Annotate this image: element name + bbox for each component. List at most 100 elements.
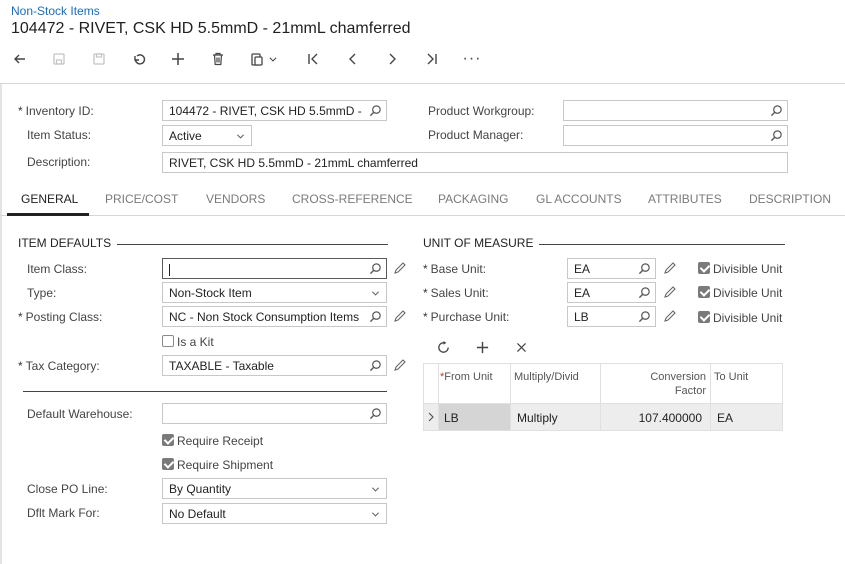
purchase-unit-field[interactable]: LB [567, 306, 656, 327]
tab-description[interactable]: DESCRIPTION [749, 192, 831, 206]
breadcrumb[interactable]: Non-Stock Items [11, 4, 100, 18]
multiply-divide-cell[interactable]: Multiply [517, 411, 558, 425]
base-unit-field[interactable]: EA [567, 258, 656, 279]
search-icon[interactable] [369, 104, 382, 117]
back-button[interactable] [7, 46, 33, 72]
search-icon[interactable] [770, 129, 783, 142]
type-select[interactable]: Non-Stock Item [162, 282, 387, 303]
close-po-line-select[interactable]: By Quantity [162, 478, 387, 499]
tab-general[interactable]: GENERAL [21, 192, 78, 206]
clipboard-menu-button[interactable] [266, 46, 280, 72]
tab-price-cost[interactable]: PRICE/COST [105, 192, 178, 206]
uom-conversion-grid: *From Unit Multiply/Divid Conversion Fac… [423, 363, 783, 431]
save-close-button[interactable] [46, 46, 72, 72]
require-shipment-label: Require Shipment [177, 458, 274, 472]
pencil-icon[interactable] [663, 285, 677, 299]
divisible-unit-label: Divisible Unit [713, 311, 783, 325]
more-button[interactable]: ··· [458, 46, 486, 72]
search-icon[interactable] [369, 407, 382, 420]
is-kit-label: Is a Kit [177, 335, 214, 349]
previous-record-button[interactable] [340, 46, 366, 72]
next-record-button[interactable] [379, 46, 405, 72]
first-record-icon [308, 53, 318, 65]
tax-category-field[interactable]: TAXABLE - Taxable [162, 355, 387, 376]
search-icon[interactable] [638, 286, 651, 299]
item-class-label: Item Class: [27, 262, 88, 276]
to-unit-header[interactable]: To Unit [714, 370, 774, 384]
item-class-field[interactable] [162, 258, 387, 279]
sales-unit-divisible-checkbox[interactable] [698, 286, 710, 298]
table-row[interactable]: LB Multiply 107.400000 EA [424, 404, 782, 430]
page-header: Non-Stock Items 104472 - RIVET, CSK HD 5… [0, 0, 845, 84]
conversion-factor-header[interactable]: Conversion Factor [624, 370, 706, 398]
search-icon[interactable] [369, 359, 382, 372]
refresh-icon [437, 340, 449, 353]
first-record-button[interactable] [300, 46, 326, 72]
chevron-down-icon [371, 487, 380, 492]
is-kit-checkbox[interactable] [162, 335, 174, 347]
chevron-down-icon [236, 134, 245, 139]
search-icon[interactable] [369, 310, 382, 323]
inventory-id-field[interactable]: 104472 - RIVET, CSK HD 5.5mmD - 2 [162, 100, 387, 121]
multiply-divide-header[interactable]: Multiply/Divid [514, 370, 602, 384]
description-label: Description: [27, 155, 91, 169]
description-field[interactable]: RIVET, CSK HD 5.5mmD - 21mmL chamferred [162, 152, 788, 173]
from-unit-cell[interactable]: LB [444, 411, 459, 425]
product-manager-field[interactable] [563, 125, 788, 146]
text-cursor [169, 263, 170, 276]
tab-gl-accounts[interactable]: GL ACCOUNTS [536, 192, 622, 206]
delete-button[interactable] [205, 46, 231, 72]
divisible-unit-label: Divisible Unit [713, 262, 783, 276]
sales-unit-label: * Sales Unit: [423, 286, 489, 300]
refresh-button[interactable] [433, 337, 453, 357]
undo-icon [134, 54, 146, 65]
pencil-icon[interactable] [663, 261, 677, 275]
close-po-line-label: Close PO Line: [27, 482, 108, 496]
tab-cross-reference[interactable]: CROSS-REFERENCE [292, 192, 413, 206]
dflt-mark-for-select[interactable]: No Default [162, 503, 387, 524]
add-icon [476, 341, 488, 353]
last-record-icon [427, 53, 437, 65]
undo-button[interactable] [126, 46, 152, 72]
add-row-button[interactable] [472, 337, 492, 357]
chevron-right-icon[interactable] [427, 412, 435, 422]
tab-packaging[interactable]: PACKAGING [438, 192, 508, 206]
from-unit-header[interactable]: *From Unit [440, 370, 496, 384]
tab-attributes[interactable]: ATTRIBUTES [648, 192, 722, 206]
require-shipment-checkbox[interactable] [162, 458, 174, 470]
pencil-icon[interactable] [663, 309, 677, 323]
purchase-unit-divisible-checkbox[interactable] [698, 311, 710, 323]
product-workgroup-field[interactable] [563, 100, 788, 121]
pencil-icon[interactable] [393, 358, 407, 372]
add-button[interactable] [165, 46, 191, 72]
item-status-select[interactable]: Active [162, 125, 252, 146]
save-button[interactable] [86, 46, 112, 72]
search-icon[interactable] [770, 104, 783, 117]
clipboard-icon [251, 53, 263, 66]
item-defaults-title: ITEM DEFAULTS [18, 236, 118, 250]
pencil-icon[interactable] [393, 261, 407, 275]
search-icon[interactable] [638, 262, 651, 275]
base-unit-label: * Base Unit: [423, 262, 487, 276]
tab-vendors[interactable]: VENDORS [206, 192, 265, 206]
conversion-factor-cell[interactable]: 107.400000 [624, 411, 702, 425]
search-icon[interactable] [638, 310, 651, 323]
posting-class-field[interactable]: NC - Non Stock Consumption Items [162, 306, 387, 327]
back-arrow-icon [14, 54, 25, 64]
dflt-mark-for-label: Dflt Mark For: [27, 506, 100, 520]
require-receipt-checkbox[interactable] [162, 434, 174, 446]
to-unit-cell[interactable]: EA [717, 411, 733, 425]
chevron-down-icon [371, 512, 380, 517]
last-record-button[interactable] [419, 46, 445, 72]
product-manager-label: Product Manager: [428, 128, 524, 142]
pencil-icon[interactable] [393, 309, 407, 323]
divisible-unit-label: Divisible Unit [713, 286, 783, 300]
base-unit-divisible-checkbox[interactable] [698, 262, 710, 274]
chevron-down-icon [371, 291, 380, 296]
default-warehouse-field[interactable] [162, 403, 387, 424]
delete-row-button[interactable] [511, 337, 531, 357]
default-warehouse-label: Default Warehouse: [27, 407, 133, 421]
search-icon[interactable] [369, 262, 382, 275]
sales-unit-field[interactable]: EA [567, 282, 656, 303]
chevron-down-icon [269, 57, 277, 62]
